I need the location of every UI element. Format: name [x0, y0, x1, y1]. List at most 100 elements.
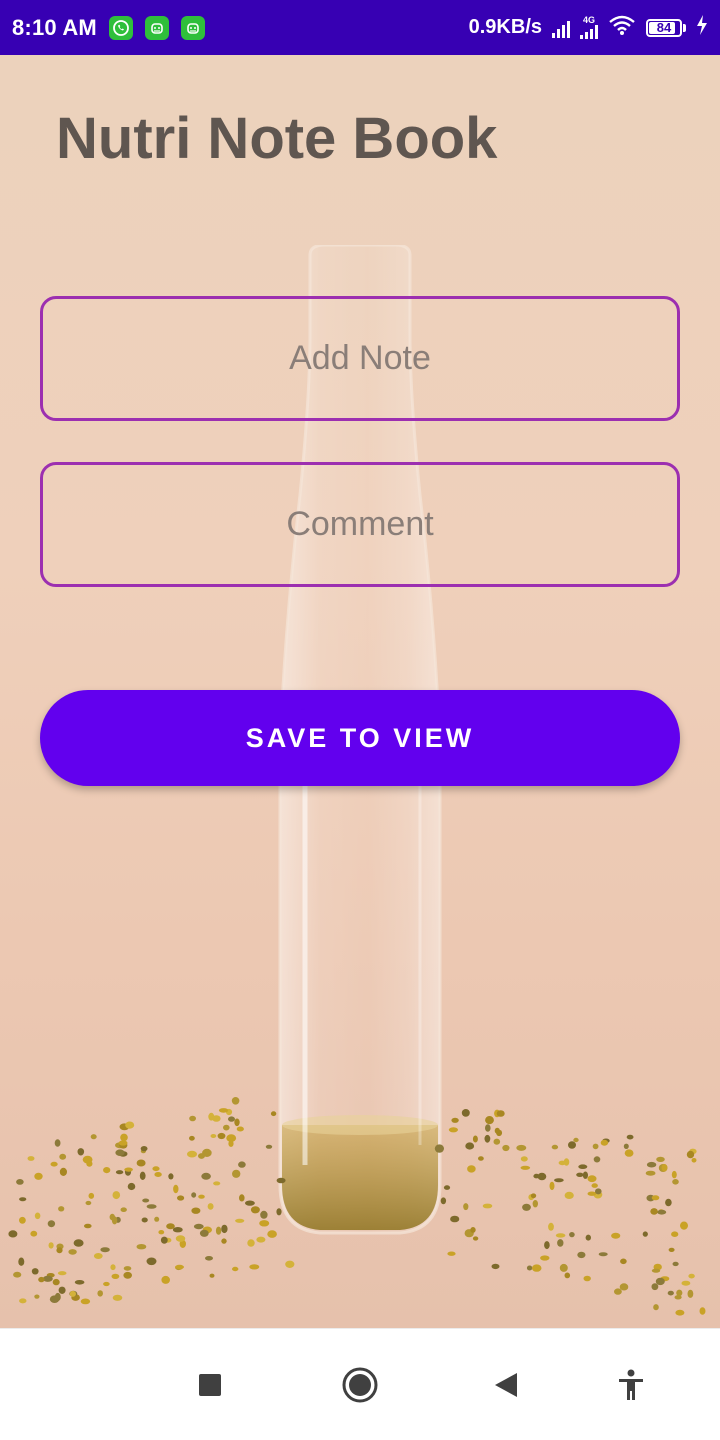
seed — [642, 1231, 648, 1237]
seed — [136, 1159, 146, 1167]
mobile-data-indicator: 4G — [580, 16, 598, 39]
seed — [34, 1212, 41, 1220]
seed — [650, 1208, 658, 1215]
seed — [158, 1230, 165, 1235]
seed — [285, 1260, 295, 1268]
seed — [516, 1144, 527, 1151]
seed — [537, 1172, 547, 1181]
seed — [27, 1156, 35, 1161]
seed — [653, 1304, 659, 1311]
accessibility-icon[interactable] — [611, 1365, 651, 1405]
seed — [671, 1170, 677, 1179]
seed — [651, 1268, 661, 1273]
seed — [120, 1133, 128, 1142]
seed — [205, 1256, 213, 1261]
seed — [112, 1191, 121, 1200]
seed — [672, 1179, 679, 1185]
wifi-icon — [608, 14, 636, 41]
seed — [672, 1261, 679, 1267]
seed — [16, 1179, 24, 1185]
seed — [564, 1272, 571, 1279]
recents-icon[interactable] — [190, 1365, 230, 1405]
seed — [668, 1247, 675, 1252]
comment-input[interactable] — [40, 462, 680, 587]
seed — [228, 1116, 235, 1122]
seed — [493, 1138, 501, 1145]
status-bar: 8:10 AM 0.9KB/s 4G 84 — [0, 0, 720, 55]
seed — [226, 1134, 237, 1142]
seed — [124, 1167, 133, 1172]
whatsapp-icon — [108, 15, 133, 40]
seed — [209, 1273, 215, 1278]
seed — [699, 1307, 706, 1315]
seed — [463, 1203, 469, 1211]
seed — [57, 1271, 67, 1276]
seed — [482, 1203, 493, 1209]
seed — [564, 1191, 574, 1199]
background-seeds-image — [8, 1097, 706, 1316]
seed — [573, 1137, 579, 1143]
back-icon[interactable] — [486, 1365, 526, 1405]
seed — [56, 1247, 63, 1254]
seed — [118, 1140, 128, 1146]
charging-icon — [696, 15, 708, 40]
android-icon — [144, 15, 169, 40]
seed — [655, 1277, 665, 1286]
seed — [686, 1150, 695, 1159]
seed — [691, 1158, 697, 1163]
seed — [470, 1227, 476, 1233]
seed — [189, 1115, 197, 1122]
seed — [600, 1139, 609, 1146]
network-type: 4G — [582, 15, 595, 25]
seed — [544, 1241, 550, 1250]
seed — [687, 1289, 694, 1298]
seed — [193, 1223, 204, 1230]
seed — [591, 1183, 598, 1188]
seed — [201, 1172, 211, 1180]
seed — [125, 1121, 135, 1129]
app-screen: 8:10 AM 0.9KB/s 4G 84 Nutri Note Book Ad… — [0, 0, 720, 1440]
seed — [127, 1182, 136, 1191]
seed — [34, 1172, 43, 1180]
seed — [256, 1236, 266, 1243]
seed — [161, 1275, 170, 1284]
seed — [587, 1175, 597, 1183]
seed — [154, 1216, 160, 1222]
seed — [58, 1206, 65, 1212]
seed — [447, 1251, 456, 1256]
seed — [676, 1289, 683, 1297]
seed — [461, 1109, 470, 1117]
seed — [112, 1294, 123, 1301]
seed — [559, 1263, 568, 1272]
home-icon[interactable] — [340, 1365, 380, 1405]
seed — [19, 1216, 26, 1224]
seed — [59, 1153, 67, 1160]
save-to-view-button[interactable]: SAVE TO VIEW — [40, 690, 680, 786]
seed — [626, 1134, 634, 1140]
seed — [166, 1223, 175, 1230]
network-speed: 0.9KB/s — [468, 16, 542, 38]
seed — [217, 1132, 226, 1140]
seed — [100, 1247, 110, 1253]
add-note-input[interactable] — [40, 296, 680, 421]
seed — [88, 1192, 95, 1199]
seed — [84, 1223, 92, 1229]
seed — [675, 1309, 685, 1316]
seed — [93, 1253, 103, 1259]
seed — [587, 1191, 597, 1196]
seed — [557, 1239, 564, 1247]
seed — [69, 1290, 76, 1297]
seed — [585, 1234, 591, 1241]
seed — [485, 1116, 494, 1125]
seed — [646, 1161, 657, 1168]
seed — [103, 1281, 110, 1287]
seed — [554, 1178, 564, 1183]
seed — [212, 1115, 221, 1122]
seed — [141, 1217, 148, 1223]
seed — [73, 1239, 84, 1247]
seed — [221, 1238, 227, 1244]
seed — [502, 1144, 510, 1152]
seed — [582, 1171, 589, 1179]
seed — [651, 1195, 660, 1201]
app-title: Nutri Note Book — [56, 106, 498, 171]
